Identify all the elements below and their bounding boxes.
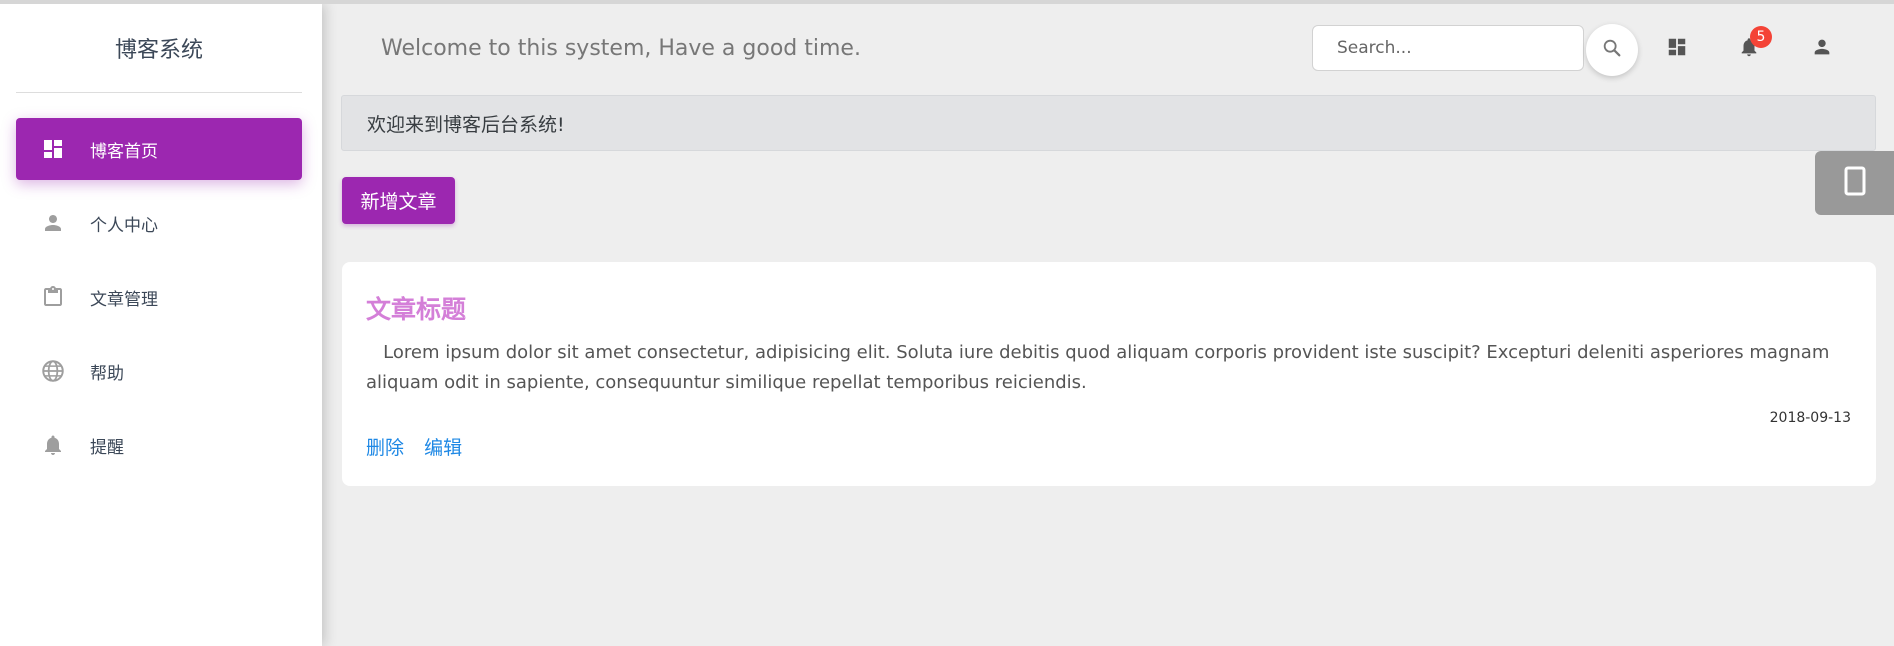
search-icon — [1601, 37, 1623, 63]
sidebar-item-label: 提醒 — [90, 437, 124, 458]
fixed-plugin-toggle[interactable] — [1815, 151, 1894, 215]
mobile-icon — [1843, 166, 1867, 200]
bell-icon — [40, 432, 66, 458]
search-input[interactable] — [1312, 25, 1584, 71]
sidebar-item-home[interactable]: 博客首页 — [16, 118, 302, 180]
sidebar-item-label: 个人中心 — [90, 215, 158, 236]
notifications-button[interactable]: 5 — [1732, 26, 1772, 66]
article-actions: 删除 编辑 — [366, 433, 476, 460]
add-article-button[interactable]: 新增文章 — [342, 177, 455, 224]
article-excerpt-text: Lorem ipsum dolor sit amet consectetur, … — [366, 342, 1830, 393]
brand-title: 博客系统 — [16, 4, 302, 93]
article-card: 文章标题 Lorem ipsum dolor sit amet consecte… — [342, 262, 1876, 486]
sidebar-nav: 博客首页 个人中心 文章管理 帮助 提醒 — [16, 118, 302, 488]
search-button[interactable] — [1586, 24, 1638, 76]
delete-link[interactable]: 删除 — [366, 437, 404, 459]
sidebar-item-label: 文章管理 — [90, 289, 158, 310]
dashboard-icon — [1666, 36, 1688, 62]
welcome-text: Welcome to this system, Have a good time… — [381, 36, 861, 61]
sidebar: 博客系统 博客首页 个人中心 文章管理 帮助 提醒 — [0, 4, 322, 646]
person-icon — [1811, 36, 1833, 62]
sidebar-item-profile[interactable]: 个人中心 — [16, 192, 302, 254]
notification-badge: 5 — [1750, 26, 1772, 48]
dashboard-button[interactable] — [1660, 32, 1694, 66]
alert-text: 欢迎来到博客后台系统! — [367, 113, 565, 136]
window-top-border — [0, 0, 1894, 4]
article-excerpt: Lorem ipsum dolor sit amet consectetur, … — [366, 338, 1851, 398]
article-date: 2018-09-13 — [1769, 410, 1851, 426]
sidebar-item-label: 博客首页 — [90, 141, 158, 162]
welcome-alert: 欢迎来到博客后台系统! — [341, 95, 1876, 151]
globe-icon — [40, 358, 66, 384]
article-title[interactable]: 文章标题 — [366, 290, 466, 326]
sidebar-item-reminders[interactable]: 提醒 — [16, 414, 302, 476]
clipboard-icon — [40, 284, 66, 310]
account-button[interactable] — [1805, 32, 1839, 66]
sidebar-item-articles[interactable]: 文章管理 — [16, 266, 302, 328]
person-icon — [40, 210, 66, 236]
sidebar-item-help[interactable]: 帮助 — [16, 340, 302, 402]
edit-link[interactable]: 编辑 — [424, 437, 462, 459]
sidebar-item-label: 帮助 — [90, 363, 124, 384]
dashboard-icon — [40, 136, 66, 162]
